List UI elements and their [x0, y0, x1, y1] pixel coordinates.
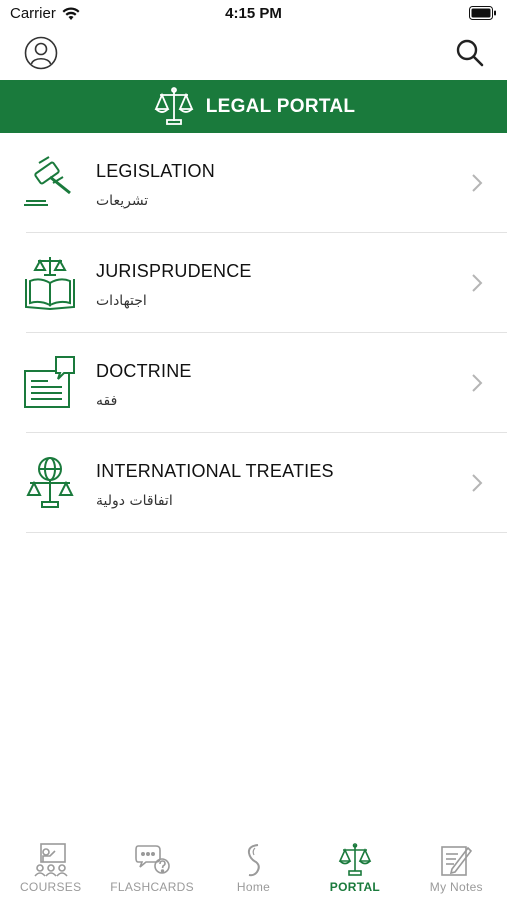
status-bar: Carrier 4:15 PM	[0, 0, 507, 30]
item-subtitle: فقه	[96, 393, 118, 409]
profile-icon[interactable]	[24, 36, 58, 70]
tab-label: My Notes	[429, 880, 483, 894]
scales-icon	[338, 843, 372, 876]
list-item-doctrine[interactable]: DOCTRINE فقه	[0, 333, 507, 433]
chevron-right-icon	[472, 174, 483, 192]
tab-home[interactable]: Home	[203, 838, 304, 900]
list-item-international-treaties[interactable]: INTERNATIONAL TREATIES اتفاقات دولية	[0, 433, 507, 533]
document-speech-icon	[24, 356, 75, 408]
list-item-jurisprudence[interactable]: JURISPRUDENCE اجتهادات	[0, 233, 507, 333]
tab-courses[interactable]: COURSES	[0, 838, 101, 900]
scales-icon	[154, 86, 194, 125]
portal-list: LEGISLATION تشريعات JURISPRUDENCE اجتهاد…	[0, 133, 507, 533]
tab-flashcards[interactable]: FLASHCARDS	[101, 838, 202, 900]
gavel-icon	[24, 156, 71, 206]
courses-icon	[34, 843, 68, 877]
page-title: LEGAL PORTAL	[205, 95, 356, 117]
tab-bar: COURSES FLASHCARDS Home PORTAL My Notes	[0, 838, 507, 900]
item-title: LEGISLATION	[96, 161, 215, 181]
item-subtitle: اتفاقات دولية	[96, 493, 173, 509]
home-s-icon	[247, 844, 260, 877]
item-title: JURISPRUDENCE	[96, 261, 252, 281]
chevron-right-icon	[472, 274, 483, 292]
globe-scales-icon	[26, 457, 74, 508]
tab-label: PORTAL	[329, 880, 381, 894]
search-icon[interactable]	[455, 38, 485, 68]
item-title: INTERNATIONAL TREATIES	[96, 461, 334, 481]
tab-my-notes[interactable]: My Notes	[406, 838, 507, 900]
scales-book-icon	[25, 257, 75, 311]
item-title: DOCTRINE	[96, 361, 192, 381]
tab-label: Home	[236, 880, 271, 894]
status-time: 4:15 PM	[225, 5, 282, 22]
battery-icon	[469, 6, 496, 20]
notes-icon	[441, 846, 473, 876]
portal-header: LEGAL PORTAL	[0, 80, 507, 133]
list-item-legislation[interactable]: LEGISLATION تشريعات	[0, 133, 507, 233]
divider	[26, 532, 507, 533]
flashcards-icon	[135, 845, 170, 874]
top-nav	[0, 30, 507, 78]
chevron-right-icon	[472, 474, 483, 492]
tab-portal[interactable]: PORTAL	[304, 838, 405, 900]
item-subtitle: اجتهادات	[96, 293, 147, 309]
tab-label: COURSES	[19, 880, 82, 894]
tab-label: FLASHCARDS	[110, 880, 194, 894]
item-subtitle: تشريعات	[96, 193, 149, 209]
chevron-right-icon	[472, 374, 483, 392]
